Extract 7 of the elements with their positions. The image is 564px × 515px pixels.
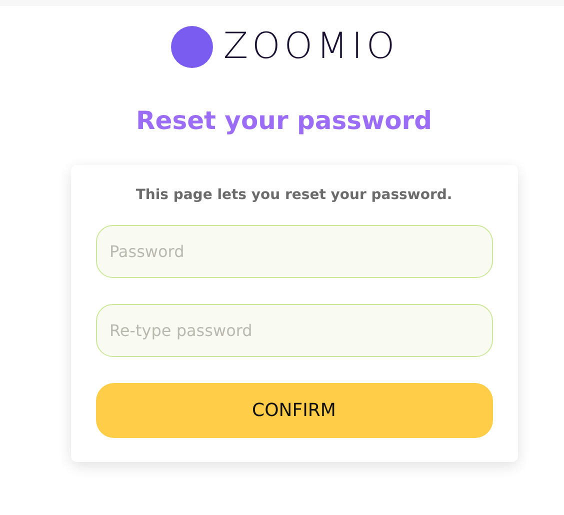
- password-field[interactable]: Re-type password: [96, 304, 492, 357]
- confirm-button[interactable]: CONFIRM: [96, 383, 492, 438]
- logo-circle-icon: [171, 26, 214, 68]
- logo-text: ZOOMIO: [223, 26, 399, 68]
- form-description: This page lets you reset your password.: [134, 187, 454, 203]
- password-field[interactable]: Password: [96, 225, 492, 278]
- page-title: Reset your password: [136, 105, 432, 137]
